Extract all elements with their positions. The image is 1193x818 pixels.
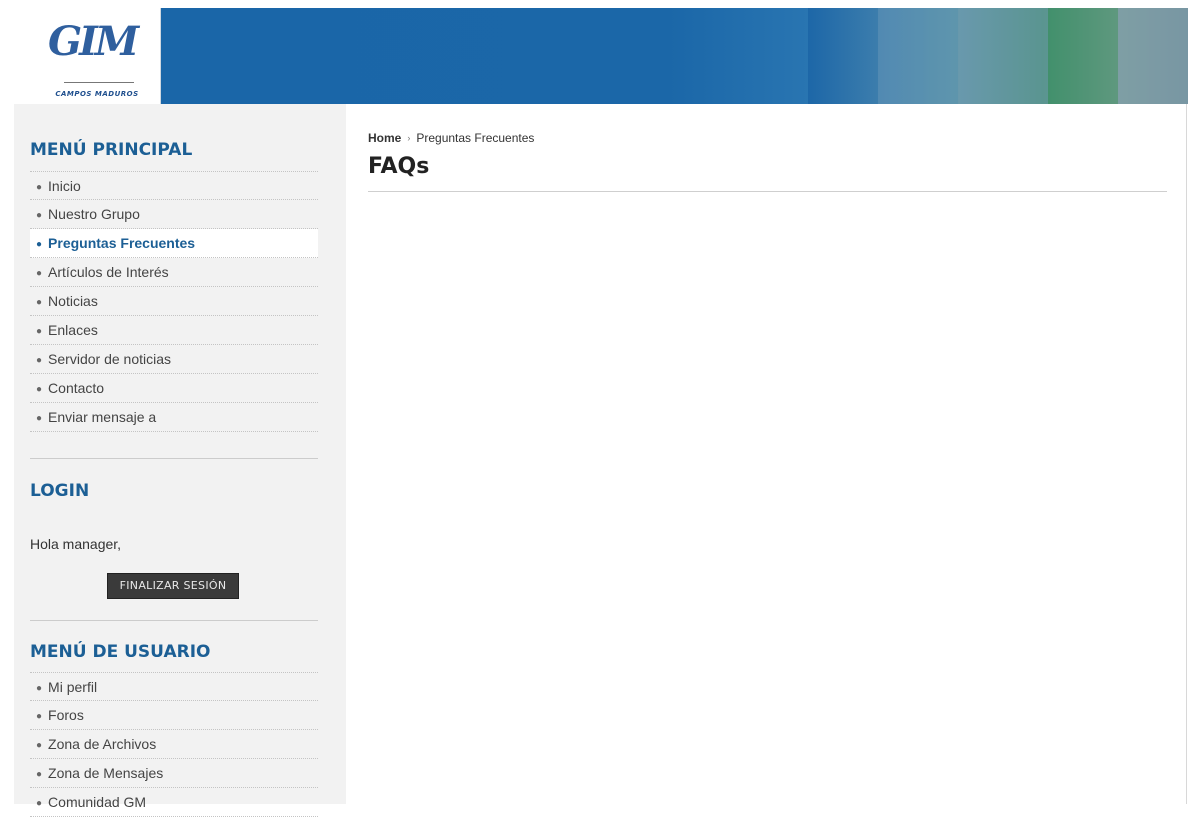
menu-item-label: Foros xyxy=(48,707,84,723)
menu-item-nuestro-grupo[interactable]: ● Nuestro Grupo xyxy=(30,200,318,229)
logo-caption: CAMPOS MADUROS xyxy=(55,90,139,98)
menu-item-label: Inicio xyxy=(48,178,81,194)
bullet-icon: ● xyxy=(36,355,43,366)
section-divider xyxy=(30,458,318,459)
bullet-icon: ● xyxy=(36,297,43,308)
sidebar: MENÚ PRINCIPAL ● Inicio ● Nuestro Grupo ● P… xyxy=(14,104,346,817)
bullet-icon: ● xyxy=(36,210,43,221)
menu-item-label: Preguntas Frecuentes xyxy=(48,235,196,251)
menu-item-zona-archivos[interactable]: ● Zona de Archivos xyxy=(30,730,318,759)
page-title: FAQs xyxy=(368,154,430,179)
menu-item-servidor-noticias[interactable]: ● Servidor de noticias xyxy=(30,345,318,374)
content-border xyxy=(1186,104,1187,804)
bullet-icon: ● xyxy=(36,239,43,250)
menu-item-label: Enviar mensaje a xyxy=(48,409,157,425)
menu-item-label: Nuestro Grupo xyxy=(48,206,140,222)
bullet-icon: ● xyxy=(36,268,43,279)
header-photo-building xyxy=(1118,8,1188,104)
menu-item-label: Noticias xyxy=(48,293,98,309)
menu-item-label: Zona de Archivos xyxy=(48,736,157,752)
menu-item-comunidad[interactable]: ● Comunidad GM xyxy=(30,788,318,817)
bullet-icon: ● xyxy=(36,740,43,751)
header-photo-equipment xyxy=(958,8,1048,104)
breadcrumb-separator-icon: › xyxy=(407,133,411,143)
breadcrumb-current: Preguntas Frecuentes xyxy=(416,131,535,145)
header-photo-field xyxy=(1048,8,1118,104)
menu-item-label: Contacto xyxy=(48,380,105,396)
bullet-icon: ● xyxy=(36,769,43,780)
login-greeting: Hola manager, xyxy=(30,536,122,552)
section-divider xyxy=(30,620,318,621)
title-divider xyxy=(368,191,1167,192)
menu-item-articulos[interactable]: ● Artículos de Interés xyxy=(30,258,318,287)
login-title: LOGIN xyxy=(30,481,90,501)
menu-item-mi-perfil[interactable]: ● Mi perfil xyxy=(30,672,318,701)
bullet-icon: ● xyxy=(36,683,43,694)
bullet-icon: ● xyxy=(36,182,43,193)
menu-item-label: Zona de Mensajes xyxy=(48,765,164,781)
user-menu-title: MENÚ DE USUARIO xyxy=(30,642,211,662)
bullet-icon: ● xyxy=(36,326,43,337)
menu-item-contacto[interactable]: ● Contacto xyxy=(30,374,318,403)
logout-button[interactable]: FINALIZAR SESIÓN xyxy=(107,573,239,599)
site-logo[interactable]: GIM CAMPOS MADUROS xyxy=(34,8,161,104)
main-menu: ● Inicio ● Nuestro Grupo ● Preguntas Frecue… xyxy=(30,171,318,432)
bullet-icon: ● xyxy=(36,384,43,395)
menu-item-enlaces[interactable]: ● Enlaces xyxy=(30,316,318,345)
menu-item-label: Enlaces xyxy=(48,322,98,338)
menu-item-noticias[interactable]: ● Noticias xyxy=(30,287,318,316)
menu-item-inicio[interactable]: ● Inicio xyxy=(30,171,318,200)
menu-item-label: Comunidad GM xyxy=(48,794,147,810)
page: GIM CAMPOS MADUROS MENÚ PRINCIPAL ● Inici… xyxy=(0,0,1193,817)
logo-mark: GIM xyxy=(48,18,139,65)
menu-item-label: Artículos de Interés xyxy=(48,264,169,280)
site-header: GIM CAMPOS MADUROS xyxy=(34,8,1188,104)
main-menu-title: MENÚ PRINCIPAL xyxy=(30,140,193,160)
bullet-icon: ● xyxy=(36,413,43,424)
header-photo-strip xyxy=(808,8,1188,104)
user-menu: ● Mi perfil ● Foros ● Zona de Archivos ● Zon… xyxy=(30,672,318,817)
menu-item-label: Servidor de noticias xyxy=(48,351,171,367)
menu-item-foros[interactable]: ● Foros xyxy=(30,701,318,730)
breadcrumb-home-link[interactable]: Home xyxy=(368,131,401,145)
menu-item-label: Mi perfil xyxy=(48,679,98,695)
logo-divider xyxy=(64,82,134,83)
header-photo-oil-rig xyxy=(878,8,958,104)
breadcrumb: Home › Preguntas Frecuentes xyxy=(368,131,534,145)
menu-item-preguntas-frecuentes[interactable]: ● Preguntas Frecuentes xyxy=(30,229,318,258)
bullet-icon: ● xyxy=(36,711,43,722)
menu-item-zona-mensajes[interactable]: ● Zona de Mensajes xyxy=(30,759,318,788)
menu-item-enviar-mensaje[interactable]: ● Enviar mensaje a xyxy=(30,403,318,432)
